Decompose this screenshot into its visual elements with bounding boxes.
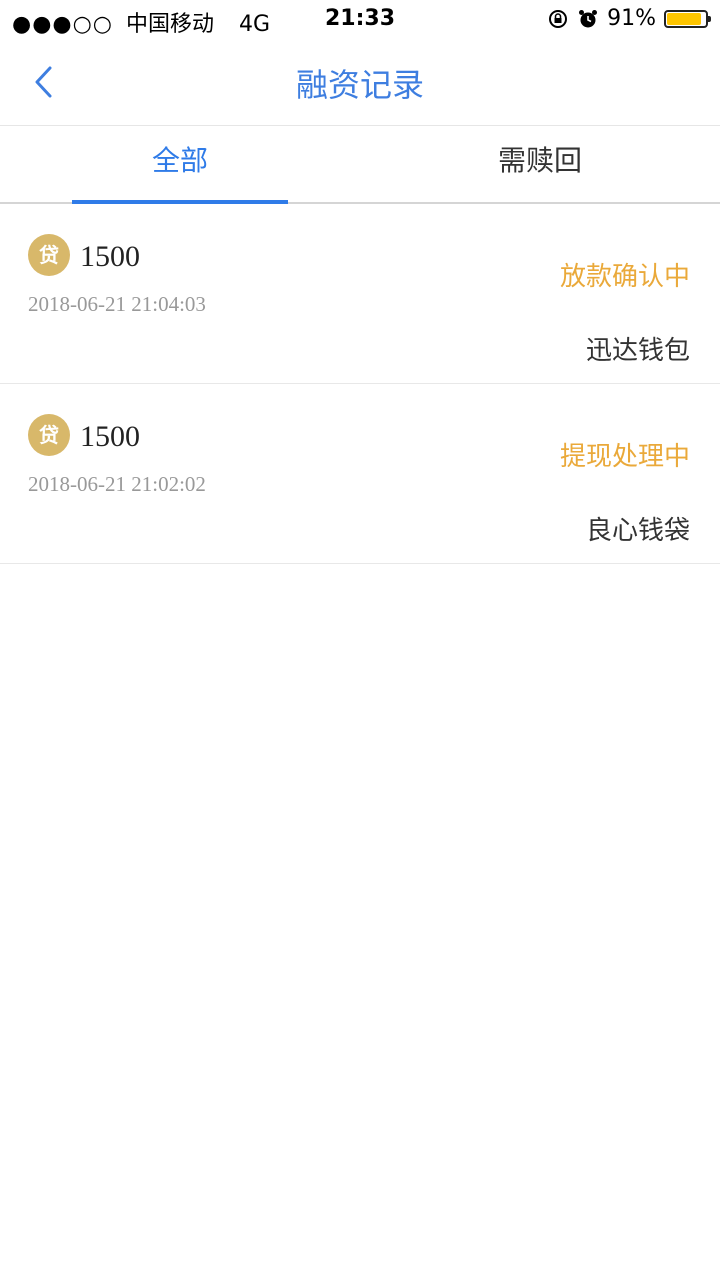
record-product: 迅达钱包 <box>585 336 690 366</box>
battery-icon <box>664 9 711 28</box>
record-time: 2018-06-21 21:04:03 <box>28 292 206 316</box>
nav-bar: 融资记录 <box>0 40 720 126</box>
record-time: 2018-06-21 21:02:02 <box>28 472 206 496</box>
alarm-icon <box>579 9 598 27</box>
record-amount: 1500 <box>80 420 140 453</box>
status-bar: ●●●○○ 中国移动 4G 21:33 91% <box>0 0 720 40</box>
loan-icon: 贷 <box>28 234 70 276</box>
status-right: 91% <box>547 6 711 31</box>
battery-percent: 91% <box>607 6 656 31</box>
page-title: 融资记录 <box>295 66 424 104</box>
record-amount: 1500 <box>80 240 140 273</box>
tab-all[interactable]: 全部 <box>0 126 360 202</box>
record-status: 放款确认中 <box>559 262 690 292</box>
record-item[interactable]: 贷 1500 2018-06-21 21:02:02 提现处理中 良心钱袋 <box>0 384 720 564</box>
record-status: 提现处理中 <box>559 442 690 472</box>
tab-bar: 全部 需赎回 <box>0 126 720 204</box>
record-item[interactable]: 贷 1500 2018-06-21 21:04:03 放款确认中 迅达钱包 <box>0 204 720 384</box>
loan-icon: 贷 <box>28 414 70 456</box>
battery-fill <box>667 12 701 25</box>
record-product: 良心钱袋 <box>585 516 690 546</box>
rotation-lock-icon <box>549 9 568 28</box>
tab-need-redeem[interactable]: 需赎回 <box>360 126 720 202</box>
